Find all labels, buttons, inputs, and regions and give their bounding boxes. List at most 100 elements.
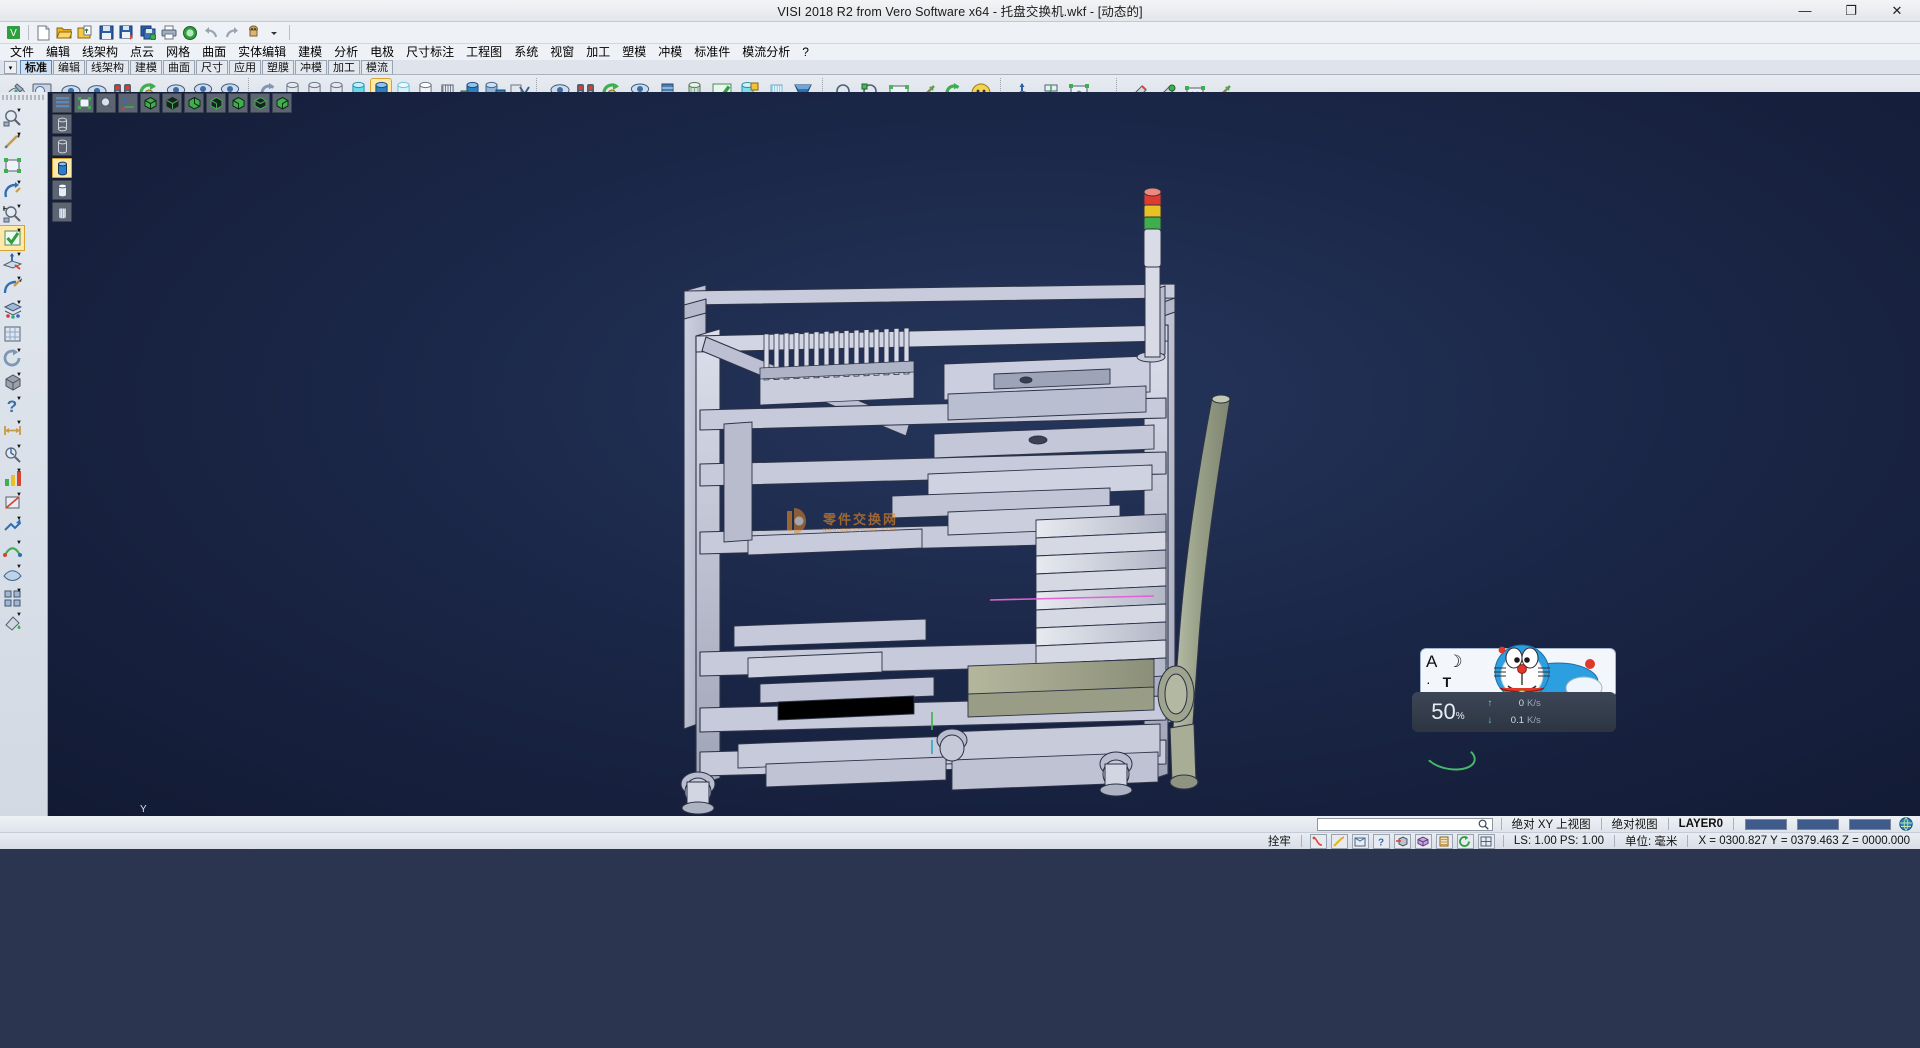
menu-item-gongchengtu[interactable]: 工程图 xyxy=(460,44,508,60)
new-file-icon[interactable] xyxy=(33,23,53,43)
search-icon[interactable] xyxy=(1478,819,1489,830)
cyl-solid-icon[interactable] xyxy=(52,158,72,178)
cyl-wire-1-icon[interactable] xyxy=(52,114,72,134)
menu-item-bianji[interactable]: 编辑 xyxy=(40,44,76,60)
menu-item-dianji[interactable]: 电极 xyxy=(364,44,400,60)
cyl-hatch-icon[interactable] xyxy=(52,202,72,222)
tab-jianmo[interactable]: 建模 xyxy=(130,60,162,74)
iso-view-4-icon[interactable] xyxy=(206,93,226,113)
axis-view-icon[interactable] xyxy=(118,93,138,113)
open-folder-icon[interactable] xyxy=(54,23,74,43)
sweep-icon[interactable]: ▼ xyxy=(0,538,24,562)
redo-icon[interactable] xyxy=(222,23,242,43)
refresh-green-icon[interactable] xyxy=(1457,834,1474,849)
close-button[interactable]: ✕ xyxy=(1874,0,1920,22)
search-input[interactable] xyxy=(1317,818,1493,831)
menu-item-jianmo[interactable]: 建模 xyxy=(292,44,328,60)
color-fill-icon[interactable]: ▼ xyxy=(0,610,24,634)
save-icon[interactable] xyxy=(96,23,116,43)
tab-jiagong[interactable]: 加工 xyxy=(328,60,360,74)
menu-item-sumo[interactable]: 塑模 xyxy=(616,44,652,60)
help-query-icon[interactable]: ▼ ? xyxy=(0,394,24,418)
globe-icon[interactable] xyxy=(1896,817,1916,831)
help-icon[interactable]: ? xyxy=(1373,834,1390,849)
color-swatch-1[interactable] xyxy=(1745,819,1787,830)
grid-snap-icon[interactable] xyxy=(0,322,24,346)
tab-chicun[interactable]: 尺寸 xyxy=(196,60,228,74)
customize-dropdown-icon[interactable] xyxy=(264,23,284,43)
grid-icon[interactable] xyxy=(1478,834,1495,849)
color-swatch-2[interactable] xyxy=(1797,819,1839,830)
iso-view-5-icon[interactable] xyxy=(228,93,248,113)
tab-xianjiagou[interactable]: 线架构 xyxy=(86,60,129,74)
save-all-icon[interactable] xyxy=(138,23,158,43)
menu-item-dianyun[interactable]: 点云 xyxy=(124,44,160,60)
menu-item-xitong[interactable]: 系统 xyxy=(508,44,544,60)
menu-item-qumian[interactable]: 曲面 xyxy=(196,44,232,60)
toolbar-grip[interactable] xyxy=(2,95,45,100)
cyl-wire-2-icon[interactable] xyxy=(52,136,72,156)
cad-viewport[interactable]: 零件交换网 MANUFACTURING DATA Y X Z xyxy=(48,92,1920,816)
rectangle-select-icon[interactable] xyxy=(0,154,24,178)
curve-edit-icon[interactable]: ▼ xyxy=(0,274,24,298)
arc-draw-icon[interactable]: ▼ xyxy=(0,178,24,202)
tab-qumian[interactable]: 曲面 xyxy=(163,60,195,74)
cube-snap-icon[interactable] xyxy=(1394,834,1411,849)
iso-view-7-icon[interactable] xyxy=(272,93,292,113)
zoom-view-icon[interactable] xyxy=(96,93,116,113)
macro-icon[interactable] xyxy=(243,23,263,43)
maximize-button[interactable]: ❐ xyxy=(1828,0,1874,22)
pattern-icon[interactable]: ▼ xyxy=(0,586,24,610)
iso-view-2-icon[interactable] xyxy=(162,93,182,113)
dimension-icon[interactable]: ▼ xyxy=(0,418,24,442)
view-orientation-label[interactable]: 绝对 XY 上视图 xyxy=(1508,816,1595,832)
menu-item-biaozhunjian[interactable]: 标准件 xyxy=(688,44,736,60)
menu-item-wenjian[interactable]: 文件 xyxy=(4,44,40,60)
view-mode-label[interactable]: 绝对视图 xyxy=(1608,816,1662,832)
active-layer-label[interactable]: LAYER0 xyxy=(1675,818,1727,830)
verify-check-icon[interactable]: ▼ xyxy=(0,226,24,250)
solid-cube-icon[interactable] xyxy=(1415,834,1432,849)
menu-item-xianjiagou[interactable]: 线架构 xyxy=(76,44,124,60)
box-snap-icon[interactable] xyxy=(1352,834,1369,849)
line-tool-icon[interactable]: ▼ xyxy=(0,130,24,154)
surface-tool-icon[interactable]: ▼ xyxy=(0,562,24,586)
widget-monitor-bar[interactable]: 50% ↑ 0 K/s ↓ 0.1 K/s xyxy=(1412,692,1616,732)
iso-view-1-icon[interactable] xyxy=(140,93,160,113)
refresh-icon[interactable]: ▼ xyxy=(0,346,24,370)
tab-chongmo[interactable]: 冲模 xyxy=(295,60,327,74)
zoom-extent-icon[interactable]: ▼ xyxy=(0,202,24,226)
menu-item-chongmo[interactable]: 冲模 xyxy=(652,44,688,60)
menu-item-jiagong[interactable]: 加工 xyxy=(580,44,616,60)
layer-color-icon[interactable]: ▼ xyxy=(0,298,24,322)
tab-sumo[interactable]: 塑膜 xyxy=(262,60,294,74)
save-as-icon[interactable] xyxy=(117,23,137,43)
menu-item-fenxi[interactable]: 分析 xyxy=(328,44,364,60)
desktop-widget[interactable]: A ☽ · T 50% ↑ 0 xyxy=(1412,648,1616,732)
menu-item-moliufenxi[interactable]: 模流分析 xyxy=(736,44,796,60)
iso-view-3-icon[interactable] xyxy=(184,93,204,113)
snap-toggle-icon[interactable] xyxy=(1310,834,1327,849)
zoom-tool-icon[interactable]: ▼ xyxy=(0,106,24,130)
tab-biaozhun[interactable]: 标准 xyxy=(20,60,52,74)
menu-item-shitibianji[interactable]: 实体编辑 xyxy=(232,44,292,60)
menu-item-help[interactable]: ? xyxy=(796,44,815,60)
solid-cube-icon[interactable]: ▼ xyxy=(0,370,24,394)
analysis-icon[interactable]: ▼ xyxy=(0,466,24,490)
iso-view-6-icon[interactable] xyxy=(250,93,270,113)
chevron-down-icon[interactable]: ▾ xyxy=(4,61,17,74)
workplane-icon[interactable]: ▼ xyxy=(0,250,24,274)
color-swatch-3[interactable] xyxy=(1849,819,1891,830)
menu-item-wangge[interactable]: 网格 xyxy=(160,44,196,60)
minimize-button[interactable]: — xyxy=(1782,0,1828,22)
menu-item-shichuang[interactable]: 视窗 xyxy=(544,44,580,60)
undo-icon[interactable] xyxy=(201,23,221,43)
transform-icon[interactable]: ▼ xyxy=(0,514,24,538)
shaded-view-icon[interactable] xyxy=(74,93,94,113)
cyl-light-icon[interactable] xyxy=(52,180,72,200)
tab-bianji[interactable]: 编辑 xyxy=(53,60,85,74)
print-preview-icon[interactable] xyxy=(180,23,200,43)
tab-moliu[interactable]: 模流 xyxy=(361,60,393,74)
magic-wand-icon[interactable] xyxy=(1331,834,1348,849)
section-tool-icon[interactable]: ▼ xyxy=(0,490,24,514)
